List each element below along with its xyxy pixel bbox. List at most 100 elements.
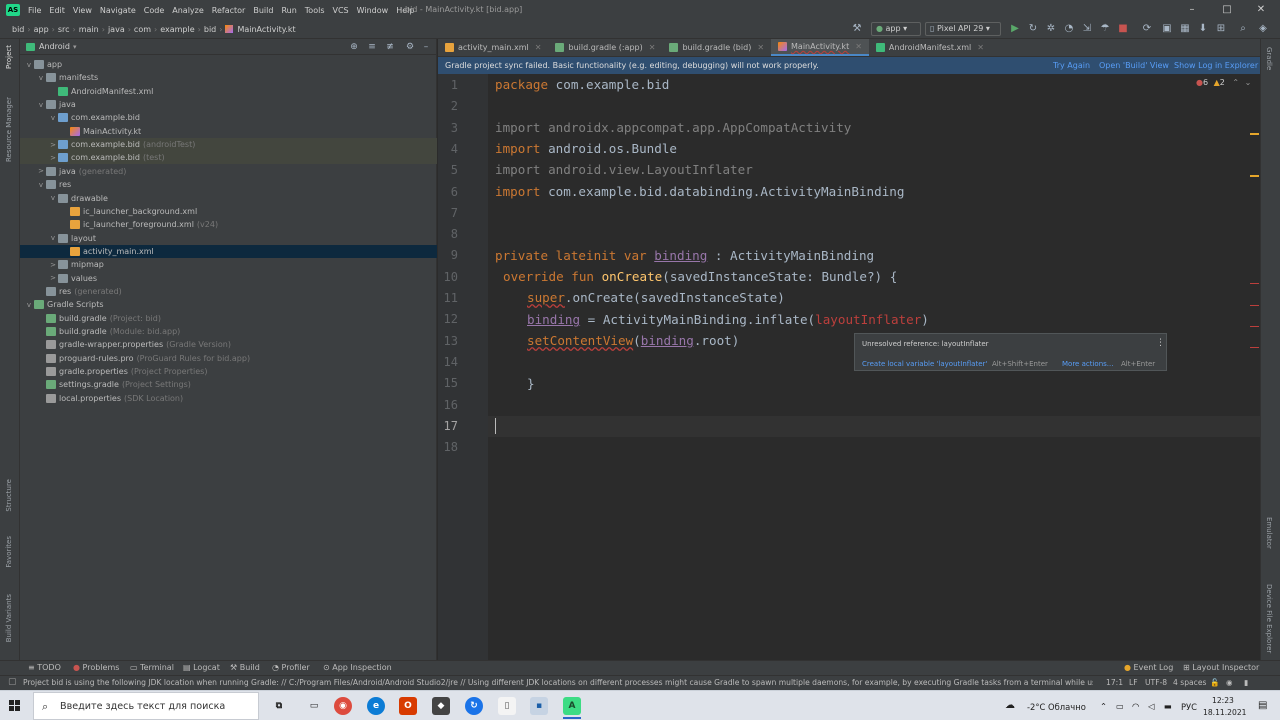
problems-indicator[interactable]: ●6 ▲2 ⌃ ⌄: [1196, 78, 1251, 87]
close-icon[interactable]: ✕: [1253, 3, 1269, 17]
caret-position[interactable]: 17:1: [1106, 678, 1123, 687]
tree-item[interactable]: > com.example.bid (test): [20, 151, 437, 165]
project-structure-icon[interactable]: ▦: [1178, 22, 1192, 36]
close-tab-icon[interactable]: ✕: [757, 43, 764, 52]
debug-icon[interactable]: ✲: [1044, 22, 1058, 36]
coverage-icon[interactable]: ☂: [1098, 22, 1112, 36]
tree-item[interactable]: v app: [20, 58, 437, 71]
tool-build[interactable]: ⚒ Build: [230, 663, 260, 672]
volume-icon[interactable]: ◁: [1148, 701, 1154, 711]
tree-item[interactable]: gradle.properties (Project Properties): [20, 365, 437, 378]
tree-item[interactable]: build.gradle (Module: bid.app): [20, 325, 437, 338]
gear-icon[interactable]: ⚙: [404, 41, 416, 53]
toggle-tool-windows-icon[interactable]: ▢: [8, 677, 17, 687]
tree-arrow-icon[interactable]: v: [36, 101, 46, 109]
clock-time[interactable]: 12:23: [1212, 696, 1234, 705]
maximize-icon[interactable]: □: [1219, 3, 1235, 17]
status-message[interactable]: Project bid is using the following JDK l…: [23, 678, 1093, 687]
tree-item[interactable]: ic_launcher_foreground.xml (v24): [20, 218, 437, 231]
collapse-all-icon[interactable]: ≢: [384, 41, 396, 53]
stop-icon[interactable]: ■: [1116, 22, 1130, 36]
breadcrumb-bid-package[interactable]: bid: [202, 25, 218, 34]
weather-text[interactable]: -2°C Облачно: [1027, 702, 1086, 712]
profile-icon[interactable]: ◔: [1062, 22, 1076, 36]
run-config-select[interactable]: ● app ▾: [871, 22, 921, 36]
close-tab-icon[interactable]: ✕: [649, 43, 656, 52]
chevron-down-icon[interactable]: ▾: [73, 43, 77, 51]
menu-run[interactable]: Run: [277, 6, 300, 15]
tab-device-file-explorer[interactable]: Device File Explorer: [1265, 584, 1273, 653]
menu-build[interactable]: Build: [249, 6, 277, 15]
locate-icon[interactable]: ⊕: [348, 41, 360, 53]
minimize-icon[interactable]: –: [1184, 3, 1200, 17]
tab-build-gradle-app[interactable]: build.gradle (:app) ✕: [548, 39, 662, 56]
tool-layout-inspector[interactable]: ⊞ Layout Inspector: [1183, 663, 1259, 672]
tree-item[interactable]: AndroidManifest.xml: [20, 85, 437, 98]
tab-structure[interactable]: Structure: [5, 479, 13, 512]
unresolved-reference[interactable]: layoutInflater: [815, 312, 921, 327]
hide-icon[interactable]: –: [420, 41, 432, 53]
network-icon[interactable]: ▭: [1116, 701, 1124, 711]
show-log-link[interactable]: Show Log in Explorer: [1174, 61, 1258, 70]
tool-terminal[interactable]: ▭ Terminal: [130, 663, 174, 672]
more-actions-link[interactable]: More actions...: [1062, 360, 1113, 368]
office-icon[interactable]: O: [399, 697, 417, 715]
tool-logcat[interactable]: ▤ Logcat: [183, 663, 220, 672]
menu-code[interactable]: Code: [140, 6, 168, 15]
sync-gradle-icon[interactable]: ⟳: [1140, 22, 1154, 36]
tab-build-variants[interactable]: Build Variants: [5, 594, 13, 642]
tool-app-inspection[interactable]: ⊙ App Inspection: [323, 663, 392, 672]
tree-item[interactable]: v com.example.bid: [20, 111, 437, 124]
edge-icon[interactable]: e: [367, 697, 385, 715]
line-separator[interactable]: LF: [1129, 678, 1138, 687]
weather-icon[interactable]: ☁: [1005, 700, 1015, 711]
breadcrumb-bid[interactable]: bid: [10, 25, 26, 34]
tree-arrow-icon[interactable]: v: [36, 74, 46, 82]
tab-gradle[interactable]: Gradle: [1265, 47, 1273, 70]
tree-item[interactable]: > java (generated): [20, 165, 437, 178]
hammer-icon[interactable]: ⚒: [850, 22, 864, 36]
close-tab-icon[interactable]: ✕: [855, 42, 862, 51]
tree-arrow-icon[interactable]: >: [36, 167, 46, 175]
android-studio-taskbar-icon[interactable]: A: [563, 697, 581, 715]
run-icon[interactable]: ▶: [1008, 22, 1022, 36]
lock-icon[interactable]: 🔓: [1210, 678, 1219, 687]
expand-all-icon[interactable]: ≡: [366, 41, 378, 53]
close-tab-icon[interactable]: ✕: [535, 43, 542, 52]
tree-arrow-icon[interactable]: >: [48, 274, 58, 282]
tab-activity-main-xml[interactable]: activity_main.xml ✕: [438, 39, 548, 56]
tree-arrow-icon[interactable]: v: [24, 61, 34, 69]
app-icon[interactable]: ▪: [530, 697, 548, 715]
tree-item[interactable]: activity_main.xml: [20, 244, 437, 258]
tree-item[interactable]: v layout: [20, 232, 437, 245]
menu-tools[interactable]: Tools: [301, 6, 329, 15]
warning-mark[interactable]: [1250, 175, 1259, 177]
app-icon[interactable]: ↻: [465, 697, 483, 715]
tree-arrow-icon[interactable]: v: [36, 181, 46, 189]
tree-item[interactable]: > com.example.bid (androidTest): [20, 138, 437, 152]
tree-arrow-icon[interactable]: >: [48, 141, 58, 149]
tree-arrow-icon[interactable]: >: [48, 261, 58, 269]
menu-window[interactable]: Window: [353, 6, 393, 15]
menu-file[interactable]: File: [24, 6, 45, 15]
close-tab-icon[interactable]: ✕: [977, 43, 984, 52]
memory-icon[interactable]: ▮: [1244, 678, 1248, 687]
clock-date[interactable]: 18.11.2021: [1203, 708, 1246, 717]
tree-item[interactable]: v res: [20, 178, 437, 191]
tab-favorites[interactable]: Favorites: [5, 536, 13, 568]
inspection-icon[interactable]: ◉: [1226, 678, 1233, 687]
menu-navigate[interactable]: Navigate: [96, 6, 140, 15]
tree-arrow-icon[interactable]: >: [48, 154, 58, 162]
tab-main-activity-kt[interactable]: MainActivity.kt ✕: [771, 39, 869, 56]
error-mark[interactable]: [1250, 326, 1259, 327]
breadcrumb-file[interactable]: MainActivity.kt: [235, 25, 297, 34]
tree-arrow-icon[interactable]: v: [48, 234, 58, 242]
tree-item[interactable]: MainActivity.kt: [20, 125, 437, 138]
tree-item[interactable]: v drawable: [20, 192, 437, 205]
try-again-link[interactable]: Try Again: [1053, 61, 1090, 70]
tree-item[interactable]: v Gradle Scripts: [20, 298, 437, 311]
ide-update-icon[interactable]: ◈: [1256, 22, 1270, 36]
create-local-variable-action[interactable]: Create local variable 'layoutInflater': [862, 360, 987, 368]
device-select[interactable]: ▯ Pixel API 29 ▾: [925, 22, 1001, 36]
more-icon[interactable]: ⋮: [1156, 338, 1165, 348]
